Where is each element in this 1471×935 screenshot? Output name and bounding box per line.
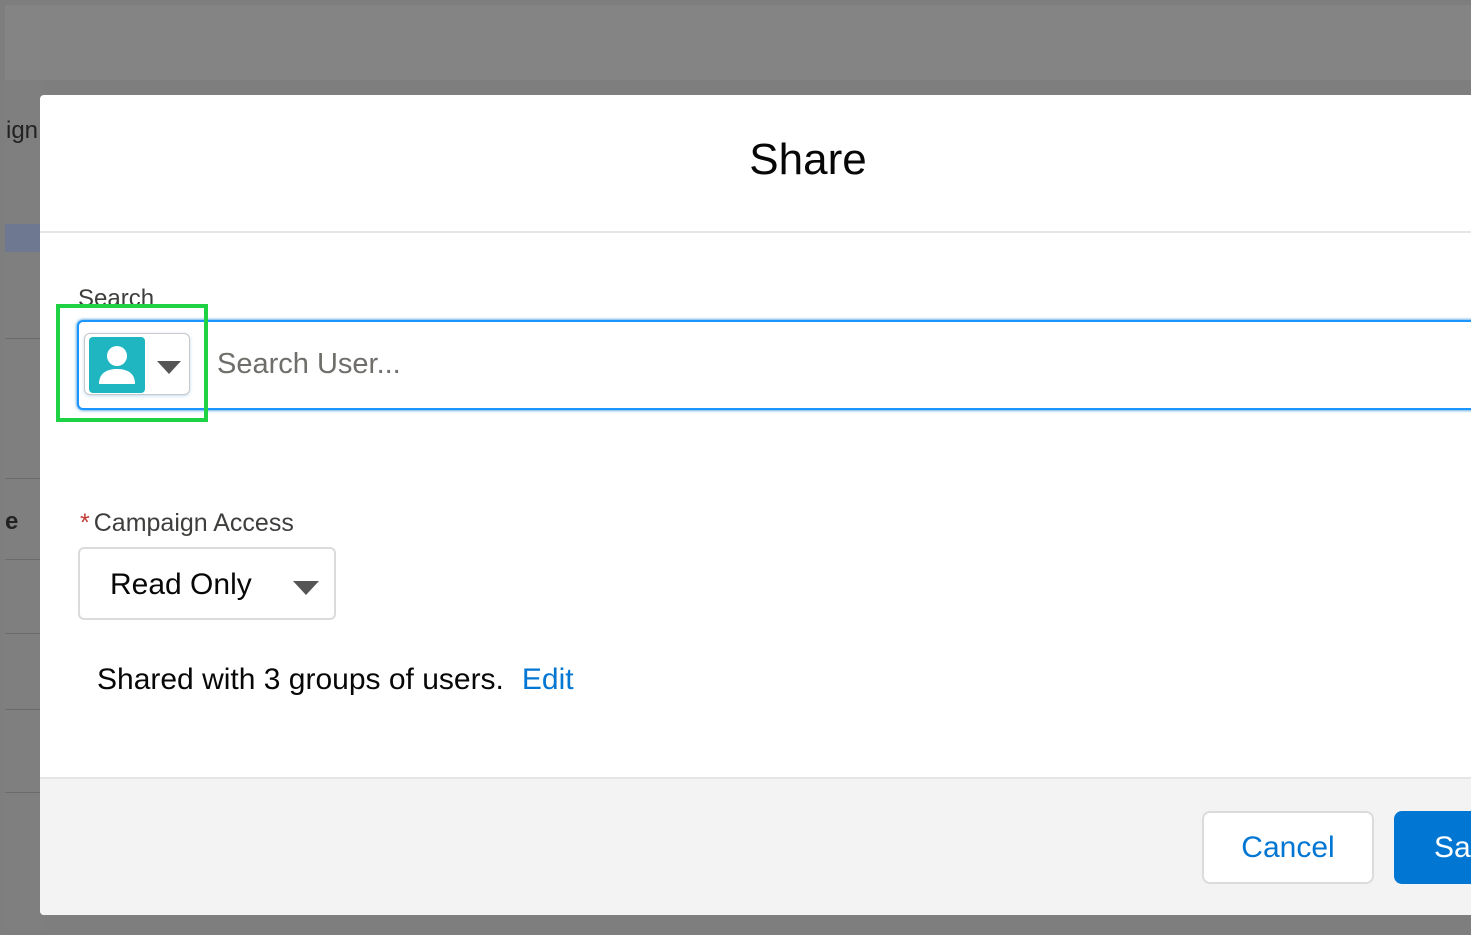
- background-content-strip: [5, 80, 45, 930]
- campaign-access-label: * Campaign Access: [80, 509, 294, 538]
- screen: ign e Share Search *Campaign Access: [0, 0, 1471, 935]
- cancel-button[interactable]: Cancel: [1202, 811, 1374, 884]
- modal-footer: Cancel Save: [40, 777, 1471, 915]
- share-modal: Share Search *Campaign Access Read Only …: [40, 95, 1471, 915]
- save-button[interactable]: Save: [1394, 811, 1471, 884]
- background-divider: [5, 792, 40, 793]
- edit-sharing-link[interactable]: Edit: [522, 663, 574, 696]
- shared-summary: Shared with 3 groups of users. Edit: [97, 663, 574, 697]
- background-band: [5, 224, 40, 252]
- required-marker: *: [80, 509, 90, 537]
- search-input[interactable]: [217, 340, 1417, 388]
- search-combobox: [77, 320, 1471, 410]
- background-divider: [5, 709, 40, 710]
- campaign-access-value: Read Only: [110, 568, 252, 601]
- shared-summary-text: Shared with 3 groups of users.: [97, 663, 504, 696]
- modal-header: Share: [40, 95, 1471, 233]
- chevron-down-icon: [293, 581, 319, 595]
- background-divider: [5, 559, 40, 560]
- background-divider: [5, 478, 40, 479]
- campaign-access-label-text: Campaign Access: [93, 509, 294, 537]
- background-divider: [5, 338, 40, 339]
- campaign-access-select[interactable]: Read Only: [78, 547, 336, 620]
- background-divider: [5, 633, 40, 634]
- background-partial-text: ign: [6, 117, 39, 144]
- modal-title: Share: [749, 135, 867, 184]
- background-header: [5, 5, 1471, 80]
- background-partial-text: e: [5, 508, 19, 535]
- highlight-annotation: [56, 304, 208, 422]
